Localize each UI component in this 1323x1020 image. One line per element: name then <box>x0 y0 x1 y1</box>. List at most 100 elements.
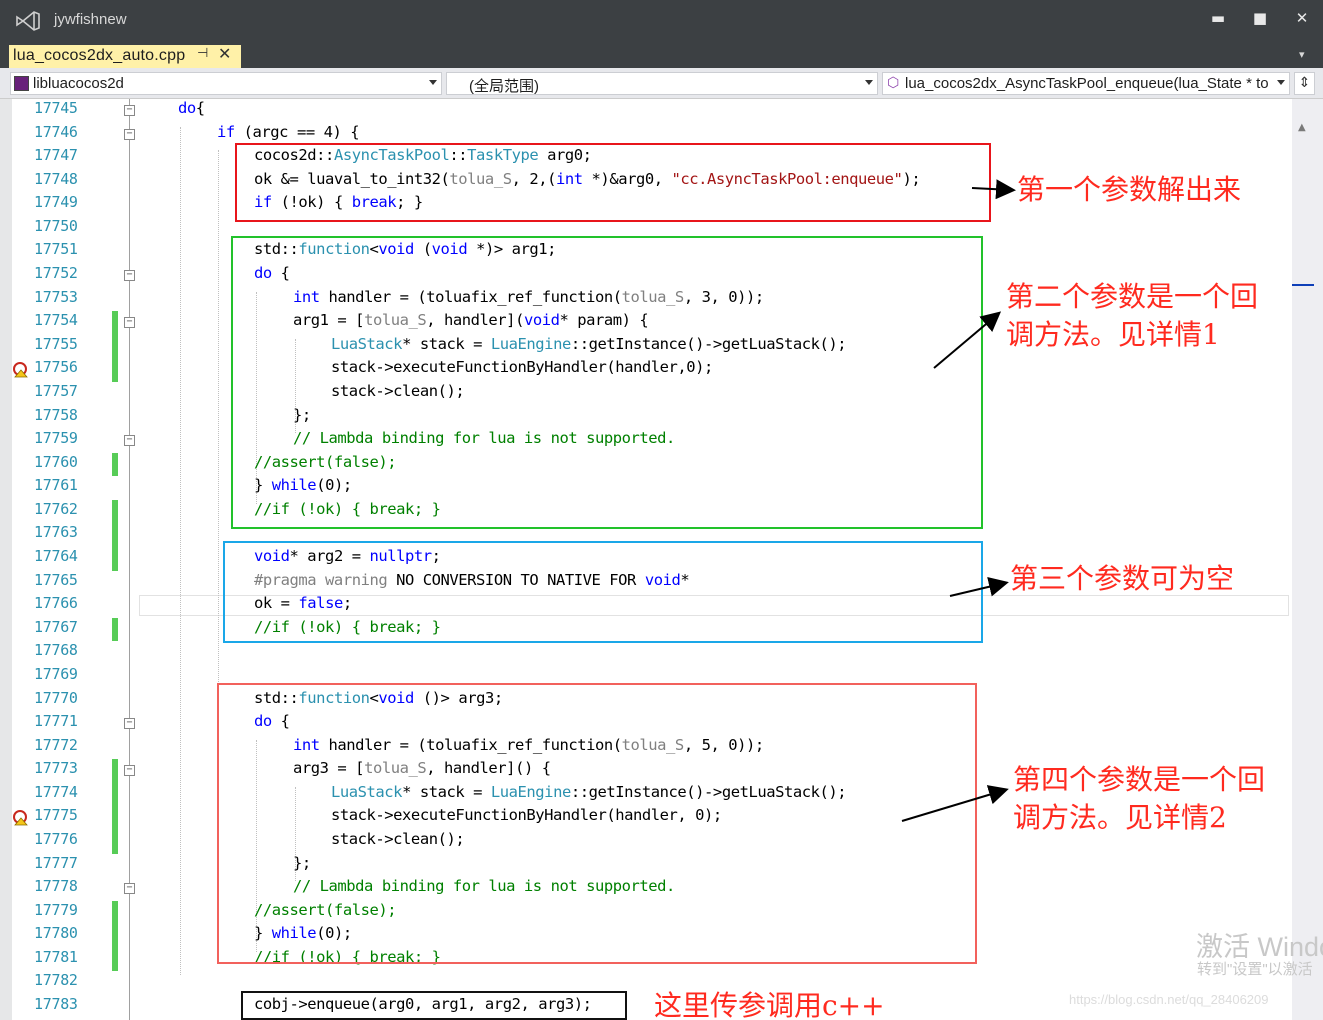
vertical-scrollbar[interactable] <box>1292 99 1323 1020</box>
line-number: 17757 <box>34 381 78 400</box>
change-marker <box>112 782 118 807</box>
title-bar: jywfishnew ▬ ■ ✕ <box>0 0 1323 40</box>
chevron-down-icon <box>865 80 873 85</box>
collapse-icon[interactable]: − <box>124 765 135 777</box>
line-number: 17759 <box>34 429 78 448</box>
annotation-box-red <box>235 143 991 222</box>
activation-watermark-subtitle: 转到"设置"以激活 <box>1197 961 1313 978</box>
indicator-margin[interactable] <box>0 99 12 1020</box>
line-number: 17779 <box>34 900 78 919</box>
pin-icon[interactable]: ⊣ <box>197 46 208 61</box>
line-number: 17762 <box>34 499 78 518</box>
breakpoint-warning-icon[interactable] <box>12 809 29 826</box>
line-number: 17772 <box>34 735 78 754</box>
tab-overflow-icon[interactable]: ▾ <box>1299 48 1305 61</box>
line-number: 17776 <box>34 829 78 848</box>
member-dropdown[interactable]: ⬡ lua_cocos2dx_AsyncTaskPool_enqueue(lua… <box>882 72 1290 95</box>
line-number: 17783 <box>34 995 78 1014</box>
tab-lua-cocos2dx-auto[interactable]: lua_cocos2dx_auto.cpp ⊣ ✕ <box>9 44 241 68</box>
code-line[interactable]: do{ <box>178 99 205 117</box>
line-number: 17764 <box>34 547 78 566</box>
note-first-param: 第一个参数解出来 <box>1017 173 1242 206</box>
line-number: 17754 <box>34 311 78 330</box>
change-marker <box>112 924 118 948</box>
change-marker <box>112 617 118 642</box>
line-number: 17745 <box>34 99 78 117</box>
member-label: lua_cocos2dx_AsyncTaskPool_enqueue(lua_S… <box>905 75 1269 92</box>
collapse-icon[interactable]: − <box>124 317 135 329</box>
change-marker <box>112 547 118 571</box>
code-token: (argc == 4) { <box>234 122 360 141</box>
line-number: 17761 <box>34 476 78 495</box>
line-number: 17780 <box>34 924 78 943</box>
change-marker <box>112 829 118 854</box>
navigation-bar: libluacocos2d (全局范围) ⬡ lua_cocos2dx_Asyn… <box>0 68 1323 99</box>
scrollbar-marker <box>1292 284 1314 286</box>
line-number: 17768 <box>34 641 78 660</box>
change-marker <box>112 759 118 783</box>
split-icon[interactable]: ⇕ <box>1294 72 1315 95</box>
scope-dropdown[interactable]: (全局范围) <box>446 72 878 95</box>
line-number: 17746 <box>34 122 78 141</box>
line-number: 17781 <box>34 947 78 966</box>
collapse-icon[interactable]: − <box>124 128 135 140</box>
collapse-icon[interactable]: − <box>124 883 135 895</box>
visual-studio-icon <box>16 11 40 31</box>
line-number: 17755 <box>34 334 78 353</box>
chevron-down-icon <box>1277 80 1285 85</box>
line-number: 17747 <box>34 146 78 165</box>
breakpoint-warning-icon[interactable] <box>12 361 29 378</box>
line-number: 17756 <box>34 358 78 377</box>
change-marker <box>112 947 118 972</box>
change-marker <box>112 311 118 335</box>
line-number: 17753 <box>34 287 78 306</box>
line-number: 17769 <box>34 664 78 683</box>
line-number: 17778 <box>34 877 78 896</box>
note-second-param: 第二个参数是一个回 调方法。见详情1 <box>1006 280 1259 351</box>
close-tab-icon[interactable]: ✕ <box>218 44 231 63</box>
minimize-button[interactable]: ▬ <box>1204 6 1232 30</box>
collapse-icon[interactable]: − <box>124 435 135 447</box>
blog-watermark: https://blog.csdn.net/qq_28406209 <box>1069 992 1269 1007</box>
code-line[interactable]: if (argc == 4) { <box>217 122 360 141</box>
window-title: jywfishnew <box>54 11 127 28</box>
line-number: 17763 <box>34 523 78 542</box>
project-dropdown[interactable]: libluacocos2d <box>10 72 442 95</box>
note-third-param: 第三个参数可为空 <box>1010 562 1235 595</box>
close-window-button[interactable]: ✕ <box>1288 6 1316 30</box>
line-number: 17773 <box>34 759 78 778</box>
project-label: libluacocos2d <box>33 75 124 92</box>
change-marker <box>112 499 118 524</box>
collapse-icon[interactable]: − <box>124 270 135 282</box>
document-tab-strip: lua_cocos2dx_auto.cpp ⊣ ✕ ▾ <box>0 40 1323 68</box>
scroll-up-icon[interactable]: ▲ <box>1298 122 1306 133</box>
annotation-box-black <box>241 991 627 1020</box>
annotation-box-blue <box>223 541 983 643</box>
line-number: 17750 <box>34 216 78 235</box>
indent-guide <box>180 126 181 976</box>
chevron-down-icon <box>429 80 437 85</box>
line-number: 17749 <box>34 193 78 212</box>
line-number: 17775 <box>34 806 78 825</box>
code-token: do <box>178 99 196 117</box>
line-number: 17760 <box>34 452 78 471</box>
line-number: 17774 <box>34 782 78 801</box>
code-token: if <box>217 122 235 141</box>
line-number: 17766 <box>34 594 78 613</box>
collapse-icon[interactable]: − <box>124 718 135 730</box>
change-marker <box>112 806 118 830</box>
note-fourth-param: 第四个参数是一个回 调方法。见详情2 <box>1013 763 1266 834</box>
change-marker <box>112 452 118 477</box>
change-marker <box>112 523 118 548</box>
collapse-icon[interactable]: − <box>124 105 135 116</box>
line-number: 17770 <box>34 688 78 707</box>
note-call-cpp: 这里传参调用c++ <box>654 989 885 1020</box>
line-number: 17752 <box>34 264 78 283</box>
line-number: 17767 <box>34 617 78 636</box>
change-marker <box>112 900 118 925</box>
line-number: 17777 <box>34 853 78 872</box>
maximize-button[interactable]: ■ <box>1246 6 1274 30</box>
line-number: 17748 <box>34 169 78 188</box>
change-marker <box>112 334 118 359</box>
annotation-box-green <box>231 236 983 529</box>
